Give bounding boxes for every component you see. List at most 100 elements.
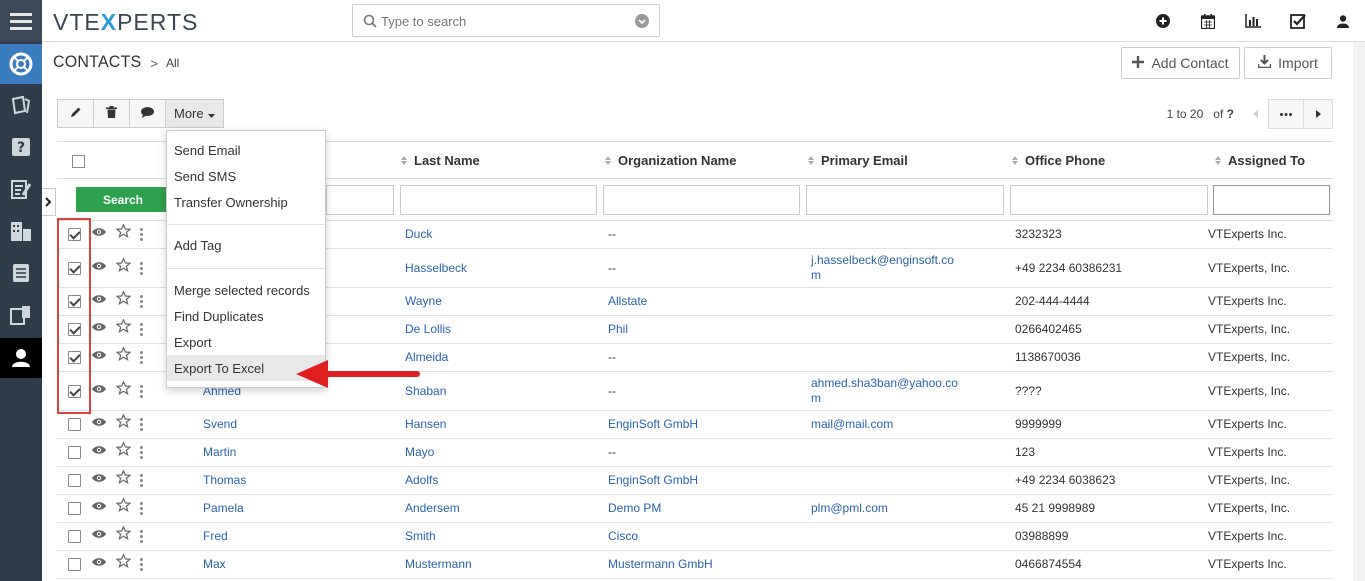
eye-icon[interactable]	[92, 320, 106, 335]
star-icon[interactable]	[115, 469, 132, 487]
organization-cell[interactable]: EnginSoft GmbH	[608, 417, 698, 431]
first-name-filter-input[interactable]	[326, 185, 394, 215]
organizations-icon[interactable]	[0, 212, 42, 250]
menu-icon[interactable]	[0, 0, 42, 42]
row-actions-icon[interactable]	[140, 228, 143, 241]
module-title[interactable]: CONTACTS	[53, 54, 141, 73]
organization-cell[interactable]: Mustermann GmbH	[608, 557, 713, 571]
column-header-organization[interactable]: Organization Name	[605, 153, 736, 168]
email-cell[interactable]: ahmed.sha3ban@yahoo.co m	[811, 376, 958, 406]
plus-circle-icon[interactable]	[1140, 0, 1185, 42]
menu-item-find-duplicates[interactable]: Find Duplicates	[167, 303, 325, 329]
row-checkbox[interactable]	[68, 418, 81, 431]
first-name-cell[interactable]: Martin	[203, 445, 236, 459]
column-header-email[interactable]: Primary Email	[808, 153, 908, 168]
filter-name[interactable]: All	[166, 56, 179, 70]
last-name-cell[interactable]: Andersem	[405, 501, 460, 515]
search-button[interactable]: Search	[76, 187, 170, 212]
search-input[interactable]	[381, 11, 621, 31]
calendar-icon[interactable]	[1185, 0, 1230, 42]
menu-item-send-email[interactable]: Send Email	[167, 137, 325, 163]
first-name-cell[interactable]: Svend	[203, 417, 237, 431]
add-contact-button[interactable]: Add Contact	[1121, 47, 1240, 79]
row-checkbox[interactable]	[68, 530, 81, 543]
menu-item-merge-records[interactable]: Merge selected records	[167, 277, 325, 303]
table-row[interactable]: Fred Smith Cisco 03988899 VTExperts Inc.	[57, 523, 1333, 551]
menu-item-transfer-ownership[interactable]: Transfer Ownership	[167, 189, 325, 215]
eye-icon[interactable]	[92, 225, 106, 240]
global-search[interactable]	[352, 4, 660, 37]
star-icon[interactable]	[115, 318, 132, 336]
last-name-cell[interactable]: Adolfs	[405, 473, 438, 487]
star-icon[interactable]	[115, 413, 132, 431]
last-name-cell[interactable]: Mustermann	[405, 557, 472, 571]
star-icon[interactable]	[115, 223, 132, 241]
eye-icon[interactable]	[92, 499, 106, 514]
last-name-cell[interactable]: Duck	[405, 227, 432, 241]
column-header-phone[interactable]: Office Phone	[1012, 153, 1105, 168]
select-all-checkbox[interactable]	[72, 155, 85, 168]
support-icon[interactable]: ?	[0, 128, 42, 166]
delete-button[interactable]	[93, 99, 130, 128]
eye-icon[interactable]	[92, 292, 106, 307]
last-name-cell[interactable]: Hasselbeck	[405, 261, 467, 275]
star-icon[interactable]	[115, 290, 132, 308]
row-actions-icon[interactable]	[140, 446, 143, 459]
organization-cell[interactable]: Demo PM	[608, 501, 661, 515]
import-button[interactable]: Import	[1244, 47, 1332, 79]
row-checkbox[interactable]	[68, 502, 81, 515]
organization-cell[interactable]: Phil	[608, 322, 628, 336]
table-row[interactable]: Pamela Andersem Demo PM plm@pml.com 45 21 99…	[57, 495, 1333, 523]
star-icon[interactable]	[115, 525, 132, 543]
row-actions-icon[interactable]	[140, 474, 143, 487]
email-cell[interactable]: mail@mail.com	[811, 417, 893, 431]
menu-item-add-tag[interactable]: Add Tag	[167, 232, 325, 258]
email-cell[interactable]: j.hasselbeck@enginsoft.co m	[811, 253, 954, 283]
star-icon[interactable]	[115, 497, 132, 515]
email-filter-input[interactable]	[806, 185, 1004, 215]
email-cell[interactable]: plm@pml.com	[811, 501, 888, 515]
menu-item-send-sms[interactable]: Send SMS	[167, 163, 325, 189]
more-dropdown-button[interactable]: More	[165, 99, 224, 128]
row-actions-icon[interactable]	[140, 262, 143, 275]
star-icon[interactable]	[115, 346, 132, 364]
row-actions-icon[interactable]	[140, 385, 143, 398]
marketing-icon[interactable]	[0, 86, 42, 124]
reports-icon[interactable]	[1230, 0, 1275, 42]
page-jump-button[interactable]	[1268, 99, 1304, 129]
star-icon[interactable]	[115, 380, 132, 398]
organization-cell[interactable]: Cisco	[608, 529, 638, 543]
row-actions-icon[interactable]	[140, 502, 143, 515]
star-icon[interactable]	[115, 553, 132, 571]
first-name-cell[interactable]: Fred	[203, 529, 228, 543]
first-name-cell[interactable]: Max	[203, 557, 226, 571]
row-checkbox[interactable]	[68, 446, 81, 459]
phone-filter-input[interactable]	[1010, 185, 1208, 215]
organization-cell[interactable]: EnginSoft GmbH	[608, 473, 698, 487]
help-desk-icon[interactable]	[0, 44, 42, 84]
projects-icon[interactable]	[0, 170, 42, 208]
table-row[interactable]: Max Mustermann Mustermann GmbH 0466874554 VT…	[57, 551, 1333, 579]
row-actions-icon[interactable]	[140, 295, 143, 308]
eye-icon[interactable]	[92, 443, 106, 458]
scrollbar[interactable]	[1353, 42, 1365, 581]
comment-button[interactable]	[129, 99, 166, 128]
tools-icon[interactable]	[0, 296, 42, 334]
eye-icon[interactable]	[92, 471, 106, 486]
prev-page-button[interactable]	[1241, 99, 1269, 129]
first-name-cell[interactable]: Thomas	[203, 473, 246, 487]
last-name-cell[interactable]: Hansen	[405, 417, 446, 431]
sidebar-expand-toggle[interactable]	[42, 188, 56, 216]
star-icon[interactable]	[115, 257, 132, 275]
app-logo[interactable]: VTEXPERTS	[53, 9, 198, 36]
tasks-icon[interactable]	[1275, 0, 1320, 42]
table-row[interactable]: Thomas Adolfs EnginSoft GmbH +49 2234 60386…	[57, 467, 1333, 495]
eye-icon[interactable]	[92, 527, 106, 542]
row-actions-icon[interactable]	[140, 418, 143, 431]
row-checkbox[interactable]	[68, 474, 81, 487]
row-actions-icon[interactable]	[140, 351, 143, 364]
eye-icon[interactable]	[92, 259, 106, 274]
row-actions-icon[interactable]	[140, 558, 143, 571]
last-name-cell[interactable]: De Lollis	[405, 322, 451, 336]
assigned-filter-input[interactable]	[1213, 185, 1330, 215]
